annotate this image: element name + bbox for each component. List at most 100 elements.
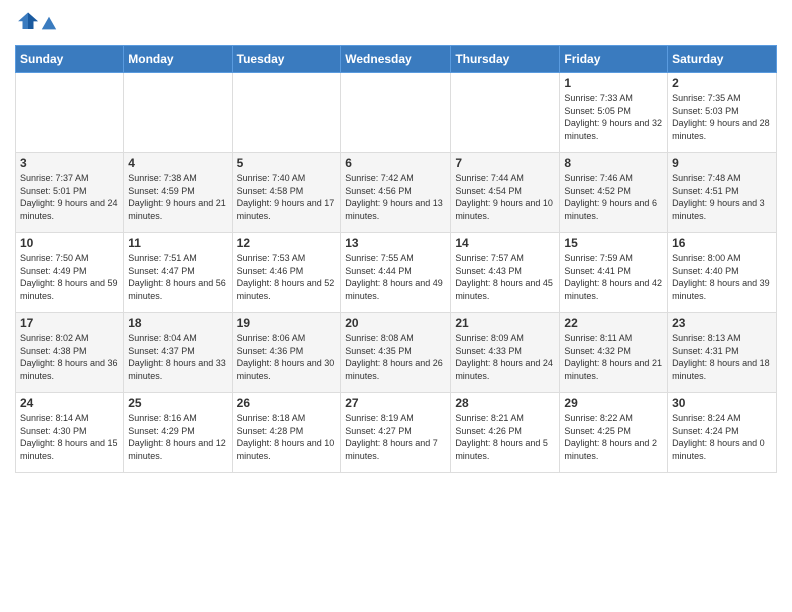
day-info: Sunrise: 7:35 AMSunset: 5:03 PMDaylight:… [672,92,772,142]
day-number: 26 [237,396,337,410]
day-number: 14 [455,236,555,250]
calendar-cell: 4 Sunrise: 7:38 AMSunset: 4:59 PMDaylight… [124,153,232,233]
weekday-header-saturday: Saturday [668,46,777,73]
day-number: 12 [237,236,337,250]
day-number: 4 [128,156,227,170]
weekday-header-tuesday: Tuesday [232,46,341,73]
day-info: Sunrise: 7:40 AMSunset: 4:58 PMDaylight:… [237,172,337,222]
day-number: 15 [564,236,663,250]
day-number: 16 [672,236,772,250]
day-info: Sunrise: 8:08 AMSunset: 4:35 PMDaylight:… [345,332,446,382]
day-info: Sunrise: 7:57 AMSunset: 4:43 PMDaylight:… [455,252,555,302]
calendar: SundayMondayTuesdayWednesdayThursdayFrid… [15,45,777,473]
day-info: Sunrise: 7:48 AMSunset: 4:51 PMDaylight:… [672,172,772,222]
day-info: Sunrise: 7:53 AMSunset: 4:46 PMDaylight:… [237,252,337,302]
logo-icon [17,10,39,32]
day-info: Sunrise: 7:37 AMSunset: 5:01 PMDaylight:… [20,172,119,222]
calendar-cell: 14 Sunrise: 7:57 AMSunset: 4:43 PMDayligh… [451,233,560,313]
day-number: 8 [564,156,663,170]
day-info: Sunrise: 8:00 AMSunset: 4:40 PMDaylight:… [672,252,772,302]
calendar-cell: 10 Sunrise: 7:50 AMSunset: 4:49 PMDayligh… [16,233,124,313]
calendar-week-3: 10 Sunrise: 7:50 AMSunset: 4:49 PMDayligh… [16,233,777,313]
calendar-week-2: 3 Sunrise: 7:37 AMSunset: 5:01 PMDaylight… [16,153,777,233]
day-info: Sunrise: 7:51 AMSunset: 4:47 PMDaylight:… [128,252,227,302]
calendar-cell [341,73,451,153]
day-info: Sunrise: 7:59 AMSunset: 4:41 PMDaylight:… [564,252,663,302]
weekday-header-monday: Monday [124,46,232,73]
calendar-cell: 11 Sunrise: 7:51 AMSunset: 4:47 PMDayligh… [124,233,232,313]
day-info: Sunrise: 8:13 AMSunset: 4:31 PMDaylight:… [672,332,772,382]
day-number: 9 [672,156,772,170]
logo-triangle-icon [40,15,58,33]
day-info: Sunrise: 7:38 AMSunset: 4:59 PMDaylight:… [128,172,227,222]
calendar-cell: 15 Sunrise: 7:59 AMSunset: 4:41 PMDayligh… [560,233,668,313]
day-number: 3 [20,156,119,170]
calendar-cell: 26 Sunrise: 8:18 AMSunset: 4:28 PMDayligh… [232,393,341,473]
calendar-cell: 3 Sunrise: 7:37 AMSunset: 5:01 PMDaylight… [16,153,124,233]
day-info: Sunrise: 7:50 AMSunset: 4:49 PMDaylight:… [20,252,119,302]
calendar-cell: 2 Sunrise: 7:35 AMSunset: 5:03 PMDaylight… [668,73,777,153]
calendar-cell [16,73,124,153]
day-number: 30 [672,396,772,410]
calendar-cell: 19Sunrise: 8:06 AMSunset: 4:36 PMDayligh… [232,313,341,393]
day-info: Sunrise: 8:11 AMSunset: 4:32 PMDaylight:… [564,332,663,382]
day-number: 29 [564,396,663,410]
day-number: 28 [455,396,555,410]
day-info: Sunrise: 8:14 AMSunset: 4:30 PMDaylight:… [20,412,119,462]
day-info: Sunrise: 8:24 AMSunset: 4:24 PMDaylight:… [672,412,772,462]
calendar-week-4: 17 Sunrise: 8:02 AMSunset: 4:38 PMDayligh… [16,313,777,393]
day-info: Sunrise: 7:33 AMSunset: 5:05 PMDaylight:… [564,92,663,142]
day-info: Sunrise: 8:21 AMSunset: 4:26 PMDaylight:… [455,412,555,462]
calendar-cell: 24Sunrise: 8:14 AMSunset: 4:30 PMDayligh… [16,393,124,473]
day-number: 22 [564,316,663,330]
day-info: Sunrise: 8:19 AMSunset: 4:27 PMDaylight:… [345,412,446,462]
weekday-header-sunday: Sunday [16,46,124,73]
day-info: Sunrise: 8:02 AMSunset: 4:38 PMDaylight:… [20,332,119,382]
calendar-cell: 23 Sunrise: 8:13 AMSunset: 4:31 PMDayligh… [668,313,777,393]
day-info: Sunrise: 8:09 AMSunset: 4:33 PMDaylight:… [455,332,555,382]
calendar-cell: 16 Sunrise: 8:00 AMSunset: 4:40 PMDayligh… [668,233,777,313]
day-info: Sunrise: 8:04 AMSunset: 4:37 PMDaylight:… [128,332,227,382]
day-number: 23 [672,316,772,330]
day-number: 19 [237,316,337,330]
weekday-header-thursday: Thursday [451,46,560,73]
day-number: 21 [455,316,555,330]
calendar-cell: 13Sunrise: 7:55 AMSunset: 4:44 PMDayligh… [341,233,451,313]
calendar-cell [451,73,560,153]
calendar-cell: 20Sunrise: 8:08 AMSunset: 4:35 PMDayligh… [341,313,451,393]
calendar-cell: 30 Sunrise: 8:24 AMSunset: 4:24 PMDayligh… [668,393,777,473]
day-number: 10 [20,236,119,250]
calendar-cell: 25Sunrise: 8:16 AMSunset: 4:29 PMDayligh… [124,393,232,473]
calendar-cell: 12 Sunrise: 7:53 AMSunset: 4:46 PMDayligh… [232,233,341,313]
calendar-cell: 22 Sunrise: 8:11 AMSunset: 4:32 PMDayligh… [560,313,668,393]
day-number: 27 [345,396,446,410]
day-number: 5 [237,156,337,170]
calendar-cell: 8 Sunrise: 7:46 AMSunset: 4:52 PMDaylight… [560,153,668,233]
calendar-week-5: 24Sunrise: 8:14 AMSunset: 4:30 PMDayligh… [16,393,777,473]
day-info: Sunrise: 7:55 AMSunset: 4:44 PMDaylight:… [345,252,446,302]
day-info: Sunrise: 7:44 AMSunset: 4:54 PMDaylight:… [455,172,555,222]
day-number: 2 [672,76,772,90]
day-number: 6 [345,156,446,170]
day-info: Sunrise: 8:16 AMSunset: 4:29 PMDaylight:… [128,412,227,462]
calendar-cell: 7 Sunrise: 7:44 AMSunset: 4:54 PMDaylight… [451,153,560,233]
calendar-cell [124,73,232,153]
calendar-cell: 28 Sunrise: 8:21 AMSunset: 4:26 PMDayligh… [451,393,560,473]
day-info: Sunrise: 7:46 AMSunset: 4:52 PMDaylight:… [564,172,663,222]
day-number: 11 [128,236,227,250]
calendar-cell: 17 Sunrise: 8:02 AMSunset: 4:38 PMDayligh… [16,313,124,393]
calendar-cell: 1 Sunrise: 7:33 AMSunset: 5:05 PMDaylight… [560,73,668,153]
calendar-week-1: 1 Sunrise: 7:33 AMSunset: 5:05 PMDaylight… [16,73,777,153]
day-number: 7 [455,156,555,170]
day-number: 1 [564,76,663,90]
weekday-header-friday: Friday [560,46,668,73]
calendar-cell: 27 Sunrise: 8:19 AMSunset: 4:27 PMDayligh… [341,393,451,473]
day-info: Sunrise: 8:18 AMSunset: 4:28 PMDaylight:… [237,412,337,462]
calendar-cell: 5 Sunrise: 7:40 AMSunset: 4:58 PMDaylight… [232,153,341,233]
calendar-cell: 6Sunrise: 7:42 AMSunset: 4:56 PMDaylight… [341,153,451,233]
day-number: 17 [20,316,119,330]
weekday-header-wednesday: Wednesday [341,46,451,73]
calendar-cell: 18Sunrise: 8:04 AMSunset: 4:37 PMDayligh… [124,313,232,393]
calendar-cell: 29 Sunrise: 8:22 AMSunset: 4:25 PMDayligh… [560,393,668,473]
day-info: Sunrise: 8:22 AMSunset: 4:25 PMDaylight:… [564,412,663,462]
